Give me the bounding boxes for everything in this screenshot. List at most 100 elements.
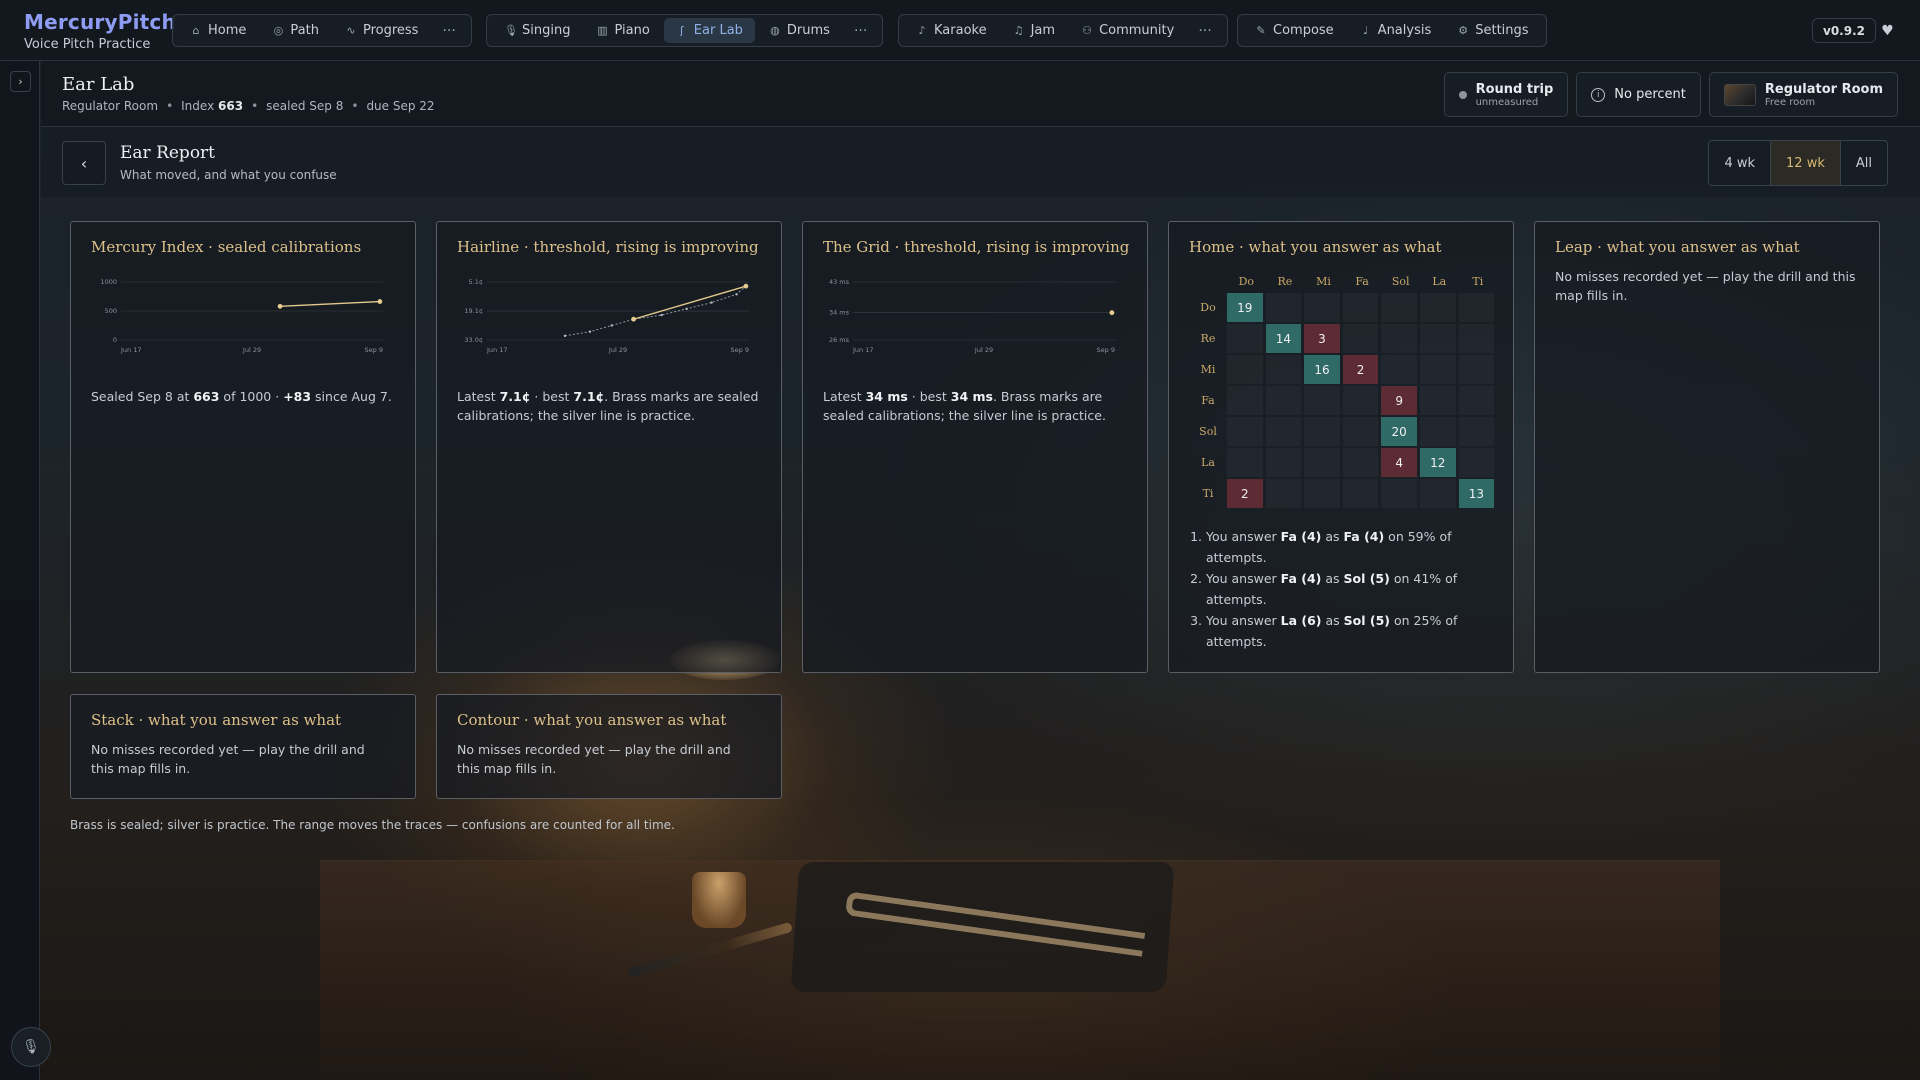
heatmap-cell[interactable]: [1342, 324, 1379, 353]
round-trip-button[interactable]: Round trip unmeasured: [1443, 72, 1569, 117]
heatmap-cell[interactable]: [1227, 417, 1263, 446]
heatmap-cell[interactable]: 3: [1304, 324, 1340, 353]
heatmap-cell[interactable]: [1304, 448, 1340, 477]
nav-community[interactable]: ⚇ Community: [1069, 18, 1186, 43]
nav-path[interactable]: ◎ Path: [260, 18, 331, 43]
nav-settings[interactable]: ⚙ Settings: [1445, 18, 1540, 43]
room-picker-button[interactable]: Regulator Room Free room: [1708, 72, 1898, 117]
range-all[interactable]: All: [1841, 141, 1887, 185]
heatmap-cell[interactable]: [1227, 324, 1263, 353]
heatmap-cell[interactable]: [1265, 448, 1302, 477]
range-12wk[interactable]: 12 wk: [1771, 141, 1841, 185]
summary-text: Latest: [457, 389, 500, 404]
heatmap-cell[interactable]: [1458, 293, 1495, 322]
heatmap-cell[interactable]: [1381, 293, 1417, 322]
heatmap-cell[interactable]: [1342, 448, 1379, 477]
heatmap-cell[interactable]: 2: [1227, 479, 1263, 508]
heatmap-cell[interactable]: [1304, 293, 1340, 322]
heatmap-cell[interactable]: [1458, 417, 1495, 446]
heart-icon[interactable]: ♥: [1875, 18, 1900, 43]
heatmap-cell[interactable]: 9: [1381, 386, 1417, 415]
data-point[interactable]: [710, 301, 713, 304]
data-point[interactable]: [735, 293, 738, 296]
heatmap-cell[interactable]: [1342, 479, 1379, 508]
nav-home[interactable]: ⌂ Home: [178, 18, 258, 43]
heatmap-cell[interactable]: 13: [1458, 479, 1495, 508]
heatmap-cell[interactable]: [1342, 293, 1379, 322]
heatmap-row-label: Sol: [1199, 425, 1217, 438]
heatmap-cell[interactable]: [1419, 355, 1456, 384]
heatmap-cell[interactable]: [1265, 355, 1302, 384]
range-4wk[interactable]: 4 wk: [1709, 141, 1772, 185]
nav-more-button[interactable]: ···: [844, 18, 877, 43]
heatmap-cell[interactable]: [1381, 324, 1417, 353]
heatmap-row: Do 19: [1189, 292, 1497, 323]
heatmap-cell[interactable]: [1381, 479, 1417, 508]
heatmap-cell[interactable]: [1304, 417, 1340, 446]
separator: •: [351, 99, 359, 113]
heatmap-cell[interactable]: [1227, 448, 1263, 477]
nav-more-button[interactable]: ···: [1188, 18, 1221, 43]
nav-piano[interactable]: ▥ Piano: [584, 18, 661, 43]
brand[interactable]: MercuryPitch Voice Pitch Practice: [24, 10, 176, 52]
heatmap-cell[interactable]: [1265, 479, 1302, 508]
heatmap-cell[interactable]: [1342, 417, 1379, 446]
heatmap-cell[interactable]: [1265, 293, 1302, 322]
y-tick-label: 0: [113, 336, 117, 344]
no-percent-button[interactable]: i No percent: [1576, 72, 1701, 117]
heatmap-cell[interactable]: 12: [1419, 448, 1456, 477]
summary-text: Sealed Sep 8 at: [91, 389, 194, 404]
heatmap-cell[interactable]: [1419, 417, 1456, 446]
heatmap-header-row: Do Re Mi Fa Sol La Ti: [1189, 270, 1497, 292]
nav-drums[interactable]: ◍ Drums: [757, 18, 842, 43]
heatmap-cell[interactable]: [1419, 293, 1456, 322]
data-point[interactable]: [685, 307, 688, 311]
heatmap-cell[interactable]: [1265, 386, 1302, 415]
heatmap-cell[interactable]: [1304, 479, 1340, 508]
heatmap-cell[interactable]: [1342, 386, 1379, 415]
data-point[interactable]: [743, 283, 749, 289]
heatmap-cell[interactable]: 16: [1304, 355, 1340, 384]
confusion-text: 41%: [1413, 571, 1442, 586]
data-point[interactable]: [588, 330, 592, 333]
room-picker-sub: Free room: [1764, 96, 1816, 108]
heatmap-cell[interactable]: [1419, 479, 1456, 508]
nav-analysis[interactable]: ♩ Analysis: [1348, 18, 1444, 43]
heatmap-cell[interactable]: [1227, 355, 1263, 384]
chevron-right-icon[interactable]: ›: [10, 71, 31, 92]
nav-karaoke[interactable]: ♪ Karaoke: [904, 18, 999, 43]
heatmap-cell[interactable]: [1458, 324, 1495, 353]
heatmap-cell[interactable]: [1419, 324, 1456, 353]
nav-label: Ear Lab: [693, 23, 743, 38]
heatmap-cell[interactable]: [1227, 386, 1263, 415]
nav-progress[interactable]: ∿ Progress: [333, 18, 430, 43]
heatmap-cell[interactable]: [1304, 386, 1340, 415]
heatmap-cell[interactable]: [1458, 355, 1495, 384]
nav-label: Karaoke: [934, 23, 987, 38]
data-point[interactable]: [610, 324, 613, 327]
back-button[interactable]: ‹: [62, 141, 106, 185]
nav-more-button[interactable]: ···: [432, 18, 465, 43]
nav-singing[interactable]: 🎙 Singing: [492, 18, 582, 43]
nav-compose[interactable]: ✎ Compose: [1243, 18, 1346, 43]
nav-ear-lab[interactable]: ʃ Ear Lab: [663, 18, 755, 43]
data-point[interactable]: [563, 334, 567, 338]
data-point[interactable]: [1109, 310, 1115, 316]
note-name: Sol (5): [1343, 613, 1391, 628]
heatmap-cell[interactable]: 20: [1381, 417, 1417, 446]
data-point[interactable]: [377, 299, 383, 304]
heatmap-cell[interactable]: [1419, 386, 1456, 415]
mic-button[interactable]: 🎙: [11, 1027, 51, 1067]
heatmap-cell[interactable]: 14: [1265, 324, 1302, 353]
heatmap-cell[interactable]: [1381, 355, 1417, 384]
heatmap-cell[interactable]: [1265, 417, 1302, 446]
heatmap-cell[interactable]: [1458, 448, 1495, 477]
data-point[interactable]: [631, 316, 636, 322]
nav-jam[interactable]: ♫ Jam: [1001, 18, 1067, 43]
data-point[interactable]: [660, 313, 663, 317]
heatmap-cell[interactable]: 2: [1342, 355, 1379, 384]
heatmap-cell[interactable]: [1458, 386, 1495, 415]
heatmap-cell[interactable]: 19: [1227, 293, 1263, 322]
data-point[interactable]: [277, 303, 283, 309]
heatmap-cell[interactable]: 4: [1381, 448, 1417, 477]
